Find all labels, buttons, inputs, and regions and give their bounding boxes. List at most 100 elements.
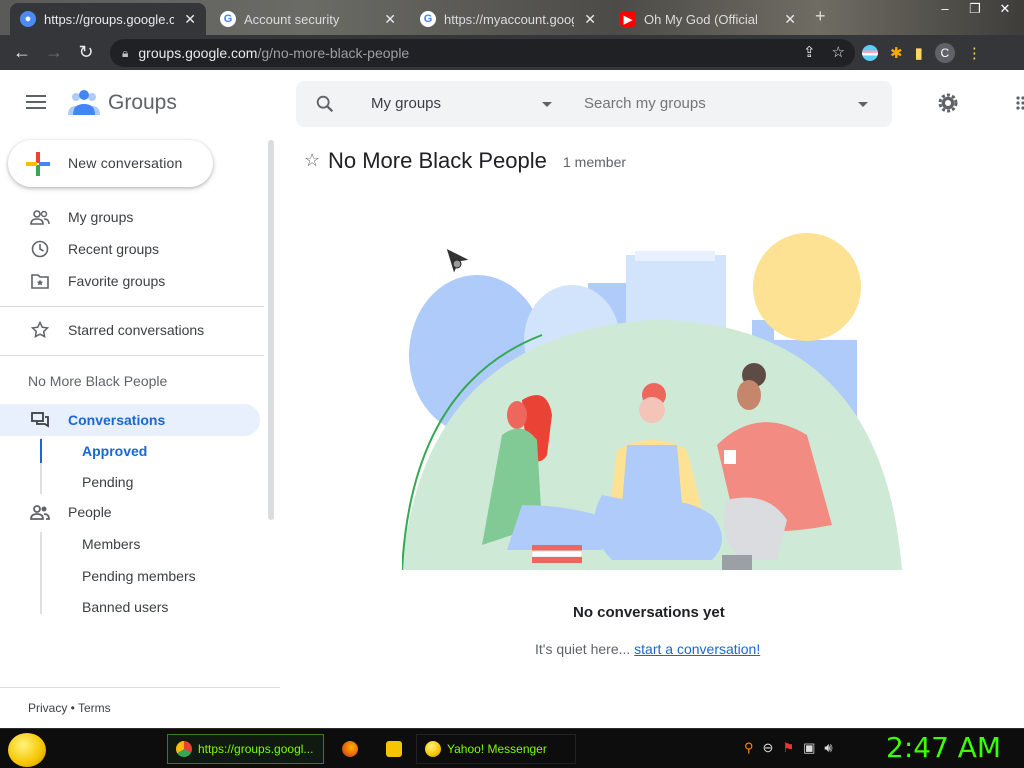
new-tab-button[interactable]: +	[815, 6, 826, 27]
new-conversation-button[interactable]: New conversation	[8, 140, 213, 187]
sidebar: New conversation My groups Recent groups…	[0, 135, 280, 728]
tab-title: Oh My God (Official	[644, 11, 758, 27]
plus-icon	[26, 152, 50, 176]
firefox-icon	[342, 741, 358, 757]
flag-icon[interactable]: ⚑	[782, 740, 794, 756]
app-header: Groups My groups	[0, 71, 1024, 135]
extensions-puzzle-icon[interactable]: ✱	[890, 44, 903, 62]
empty-state-message: It's quiet here...	[535, 641, 631, 657]
search-icon[interactable]: ⚲	[744, 740, 754, 756]
sidebar-item-label: Conversations	[68, 412, 166, 428]
taskbar-clock[interactable]: 2:47 AM	[886, 731, 1001, 764]
apps-grid-icon[interactable]	[1014, 95, 1024, 111]
search-icon[interactable]	[314, 93, 336, 115]
tab-title: Account security	[244, 11, 340, 27]
star-outline-icon[interactable]: ☆	[304, 150, 320, 171]
main-content: ☆ No More Black People 1 member No conve…	[290, 135, 1024, 728]
chevron-down-icon[interactable]	[542, 102, 552, 107]
forward-arrow-icon[interactable]: →	[38, 37, 70, 69]
member-count[interactable]: 1 member	[563, 154, 626, 170]
google-favicon-icon: G	[220, 11, 236, 27]
taskbar-item-folder[interactable]	[378, 734, 410, 764]
profile-avatar[interactable]: C	[934, 42, 955, 63]
divider	[0, 355, 264, 356]
speaker-icon[interactable]: 🔊︎	[824, 740, 832, 756]
more-vert-icon[interactable]: ⋮	[967, 44, 982, 62]
lock-icon: 🔒︎	[122, 45, 129, 60]
sidebar-item-my-groups[interactable]: My groups	[0, 201, 260, 233]
sidebar-item-approved[interactable]: Approved	[82, 443, 147, 459]
active-indicator	[40, 439, 42, 463]
browser-tab-groups[interactable]: ● https://groups.google.com ✕	[10, 3, 206, 35]
taskbar-item-firefox[interactable]	[334, 734, 366, 764]
search-scope-select[interactable]: My groups	[371, 95, 441, 112]
tab-title: https://groups.google.com	[44, 11, 174, 27]
page-title: No More Black People	[328, 148, 547, 173]
sidebar-item-favorite-groups[interactable]: Favorite groups	[0, 265, 260, 297]
new-conversation-label: New conversation	[68, 155, 183, 171]
folder-star-icon	[31, 274, 49, 289]
people-outline-icon	[30, 210, 50, 225]
start-button-smiley-icon[interactable]	[8, 733, 46, 767]
empty-state-text: It's quiet here... start a conversation!	[535, 641, 760, 657]
taskbar-item-chrome[interactable]: https://groups.googl...	[167, 734, 324, 764]
sidebar-item-label: Favorite groups	[68, 273, 166, 289]
minus-circle-icon[interactable]: ⊖	[763, 740, 774, 756]
sidebar-group-name: No More Black People	[28, 373, 168, 389]
sidebar-footer: Privacy • Terms	[28, 701, 111, 715]
empty-state-illustration	[402, 233, 902, 570]
sidebar-item-label: Recent groups	[68, 241, 160, 257]
browser-tab-myaccount[interactable]: G https://myaccount.google ✕	[410, 3, 606, 35]
system-tray: ⚲ ⊖ ⚑ ▣ 🔊︎	[744, 740, 833, 756]
sidebar-item-pending[interactable]: Pending	[82, 474, 133, 490]
sidebar-item-people[interactable]: People	[0, 496, 260, 528]
taskbar-item-label: Yahoo! Messenger	[447, 742, 547, 756]
back-arrow-icon[interactable]: ←	[6, 37, 38, 69]
sidebar-item-members[interactable]: Members	[82, 536, 140, 552]
sidebar-item-banned-users[interactable]: Banned users	[82, 599, 168, 615]
gear-icon[interactable]	[936, 91, 960, 115]
window-close-button[interactable]: ✕	[990, 0, 1020, 20]
folder-icon	[386, 741, 402, 757]
empty-state-title: No conversations yet	[573, 604, 725, 621]
address-bar[interactable]: 🔒︎ groups.google.com/g/no-more-black-peo…	[110, 39, 855, 67]
close-icon[interactable]: ✕	[784, 11, 796, 28]
divider	[0, 687, 280, 688]
browser-tab-youtube[interactable]: ▶ Oh My God (Official ✕	[610, 3, 806, 35]
close-icon[interactable]: ✕	[584, 11, 596, 28]
chevron-down-icon[interactable]	[858, 102, 868, 107]
clock-icon	[31, 240, 49, 258]
mouse-cursor-icon	[445, 247, 472, 276]
menu-icon[interactable]	[26, 95, 46, 109]
sidebar-item-conversations[interactable]: Conversations	[0, 404, 260, 436]
close-icon[interactable]: ✕	[184, 11, 196, 28]
privacy-link[interactable]: Privacy	[28, 701, 67, 715]
start-conversation-link[interactable]: start a conversation!	[634, 641, 760, 657]
search-bar[interactable]: My groups	[296, 81, 892, 127]
sidebar-item-recent-groups[interactable]: Recent groups	[0, 233, 260, 265]
close-icon[interactable]: ✕	[384, 11, 396, 28]
sidebar-item-label: People	[68, 504, 112, 520]
url-host: groups.google.com	[138, 45, 258, 61]
taskbar-item-yahoo-messenger[interactable]: Yahoo! Messenger	[416, 734, 576, 764]
maximize-button[interactable]: ❐	[960, 0, 990, 20]
terms-link[interactable]: Terms	[78, 701, 111, 715]
sidebar-item-pending-members[interactable]: Pending members	[82, 568, 196, 584]
network-icon[interactable]: ▣	[803, 740, 815, 756]
url-path: /g/no-more-black-people	[257, 45, 410, 61]
chrome-icon	[176, 741, 192, 757]
trans-flag-extension-icon[interactable]	[862, 44, 878, 61]
browser-tab-account-security[interactable]: G Account security ✕	[210, 3, 406, 35]
sidebar-item-starred-conversations[interactable]: Starred conversations	[0, 314, 260, 346]
bookmark-star-icon[interactable]: ☆	[832, 43, 845, 61]
groups-logo-icon	[68, 90, 100, 115]
share-icon[interactable]: ⇪	[803, 43, 816, 61]
search-input[interactable]	[584, 95, 844, 112]
sidebar-scrollbar[interactable]	[268, 140, 274, 520]
tab-title: https://myaccount.google	[444, 11, 574, 27]
side-panel-icon[interactable]: ▮	[915, 44, 923, 62]
minimize-button[interactable]: –	[930, 0, 960, 20]
reload-icon[interactable]: ↻	[70, 37, 102, 69]
taskbar-item-label: https://groups.googl...	[198, 742, 314, 756]
browser-toolbar: ← → ↻ 🔒︎ groups.google.com/g/no-more-bla…	[0, 35, 1024, 70]
